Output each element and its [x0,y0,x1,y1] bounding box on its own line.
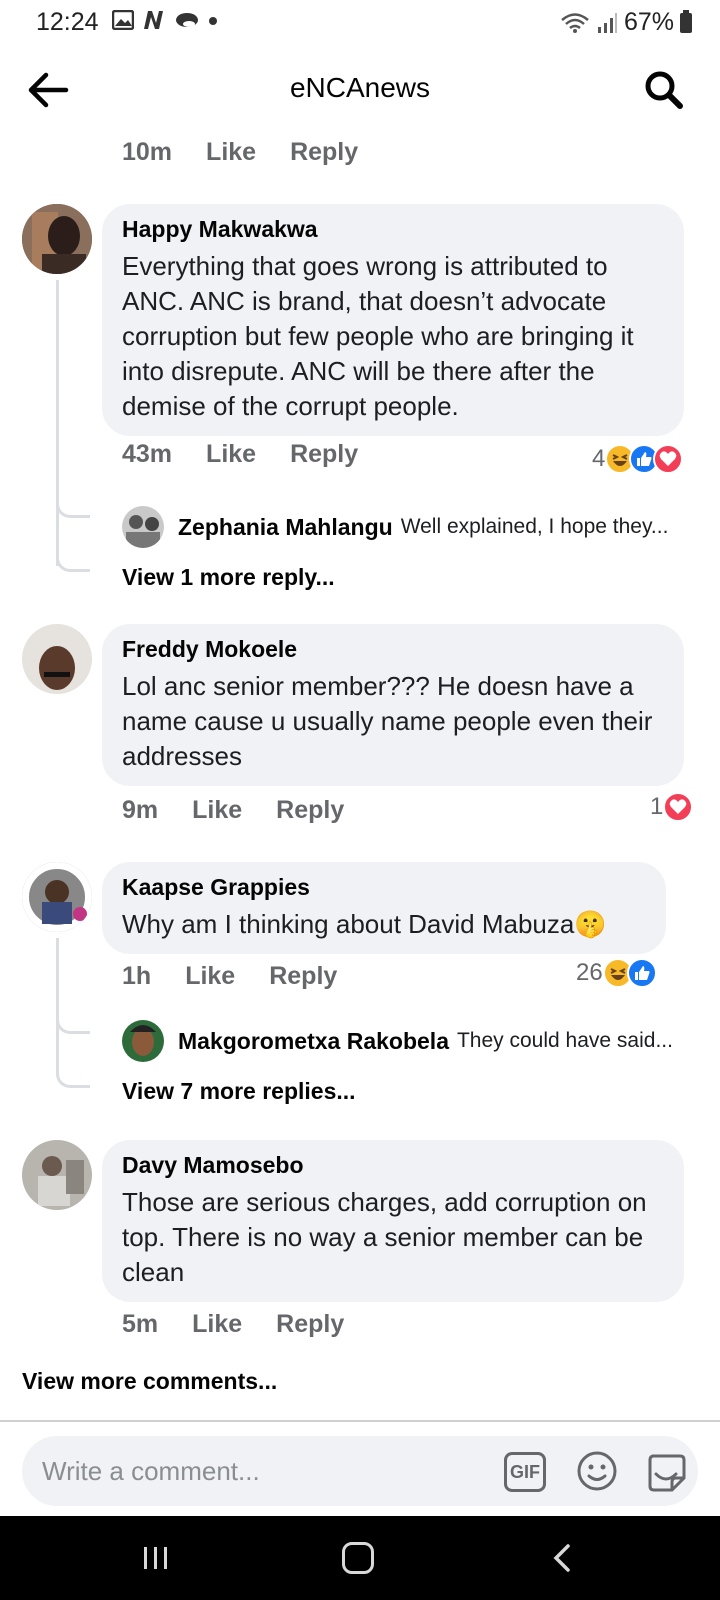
reaction-summary[interactable]: 26 [576,958,657,988]
comment-time: 1h [122,962,152,990]
comment-actions: 10m Like Reply [122,138,392,167]
comment-author[interactable]: Davy Mamosebo [122,1152,664,1179]
avatar-image [22,1140,92,1210]
gif-button[interactable]: GIF [504,1452,546,1492]
reply-connector [56,1066,90,1088]
comment-actions: 9m Like Reply [122,796,378,825]
wifi-icon [561,12,589,33]
like-button[interactable]: Like [206,440,256,469]
comment-author[interactable]: Freddy Mokoele [122,636,664,663]
signal-icon [597,12,617,33]
reply-preview[interactable]: Makgorometxa Rakobela They could have sa… [122,1020,673,1062]
battery-percent: 67% [623,8,674,36]
hat-icon [176,13,198,27]
reply-text: They could have said... [456,1029,673,1052]
avatar-image [22,624,92,694]
thread-line [56,280,59,566]
search-icon[interactable] [644,70,684,110]
comment-bubble[interactable]: Happy Makwakwa Everything that goes wron… [102,204,684,436]
reply-author[interactable]: Zephania Mahlangu [178,514,393,541]
comment-time: 10m [122,138,173,166]
like-button[interactable]: Like [206,138,256,167]
avatar-image [22,204,92,274]
reply-button[interactable]: Reply [290,138,358,167]
comment-text: Lol anc senior member??? He doesn have a… [122,671,653,771]
reply-preview[interactable]: Zephania Mahlangu Well explained, I hope… [122,506,668,548]
reaction-count: 4 [592,445,606,472]
system-nav-bar [0,1516,720,1600]
recent-apps-icon[interactable] [142,1544,170,1572]
avatar[interactable] [22,862,92,932]
reply-button[interactable]: Reply [269,962,337,991]
like-emoji-icon [626,958,657,988]
emoji-icon[interactable] [576,1450,618,1492]
like-button[interactable]: Like [185,962,235,991]
status-right: 67% [560,8,692,37]
avatar[interactable] [22,204,92,274]
comment-text: Those are serious charges, add corruptio… [122,1187,647,1287]
comment-author[interactable]: Happy Makwakwa [122,216,664,243]
page-title: eNCAnews [289,72,431,103]
reply-connector [56,550,90,572]
view-more-replies[interactable]: View 7 more replies... [122,1078,356,1105]
reply-connector [56,1012,90,1034]
reply-button[interactable]: Reply [276,796,344,825]
gallery-icon [112,10,134,30]
reply-connector [56,496,90,518]
comment-bubble[interactable]: Davy Mamosebo Those are serious charges,… [102,1140,684,1302]
comment-bubble[interactable]: Kaapse Grappies Why am I thinking about … [102,862,666,954]
comment-actions: 5m Like Reply [122,1310,378,1339]
home-icon[interactable] [342,1542,374,1574]
comment-time: 5m [122,1310,159,1338]
reply-text: Well explained, I hope they... [400,515,669,538]
reaction-summary[interactable]: 1 [650,792,694,822]
view-more-comments[interactable]: View more comments... [22,1368,277,1395]
comment-time: 9m [122,796,159,824]
love-emoji-icon [653,444,684,474]
avatar [122,506,164,548]
comment-bubble[interactable]: Freddy Mokoele Lol anc senior member??? … [102,624,684,786]
comment-time: 43m [122,440,173,468]
love-emoji-icon [663,792,694,822]
back-icon[interactable] [548,1542,576,1574]
comment-author[interactable]: Kaapse Grappies [122,874,646,901]
reply-button[interactable]: Reply [276,1310,344,1339]
netflix-n-icon [144,11,163,29]
reaction-summary[interactable]: 4 [592,444,684,474]
like-button[interactable]: Like [192,796,242,825]
comment-text: Everything that goes wrong is attributed… [122,251,634,421]
dot-icon [209,17,217,25]
reaction-count: 1 [650,793,664,820]
comment-composer: GIF [22,1436,698,1506]
comment-input[interactable] [42,1448,472,1494]
avatar [122,1020,164,1062]
thread-line [56,938,59,1070]
reply-button[interactable]: Reply [290,440,358,469]
notification-icons [112,10,218,30]
status-bar: 12:24 67% [0,0,720,46]
status-time: 12:24 [36,8,99,36]
reaction-count: 26 [576,959,603,986]
like-button[interactable]: Like [192,1310,242,1339]
avatar-image [22,862,92,932]
comment-text: Why am I thinking about David Mabuza🤫 [122,909,607,939]
avatar[interactable] [22,624,92,694]
sticker-icon[interactable] [644,1450,688,1494]
battery-icon [680,9,692,33]
comment-actions: 1h Like Reply [122,962,371,991]
divider [0,1420,720,1422]
reply-author[interactable]: Makgorometxa Rakobela [178,1028,449,1055]
comment-actions: 43m Like Reply [122,440,392,469]
view-more-replies[interactable]: View 1 more reply... [122,564,335,591]
avatar[interactable] [22,1140,92,1210]
app-header: eNCAnews [0,56,720,126]
